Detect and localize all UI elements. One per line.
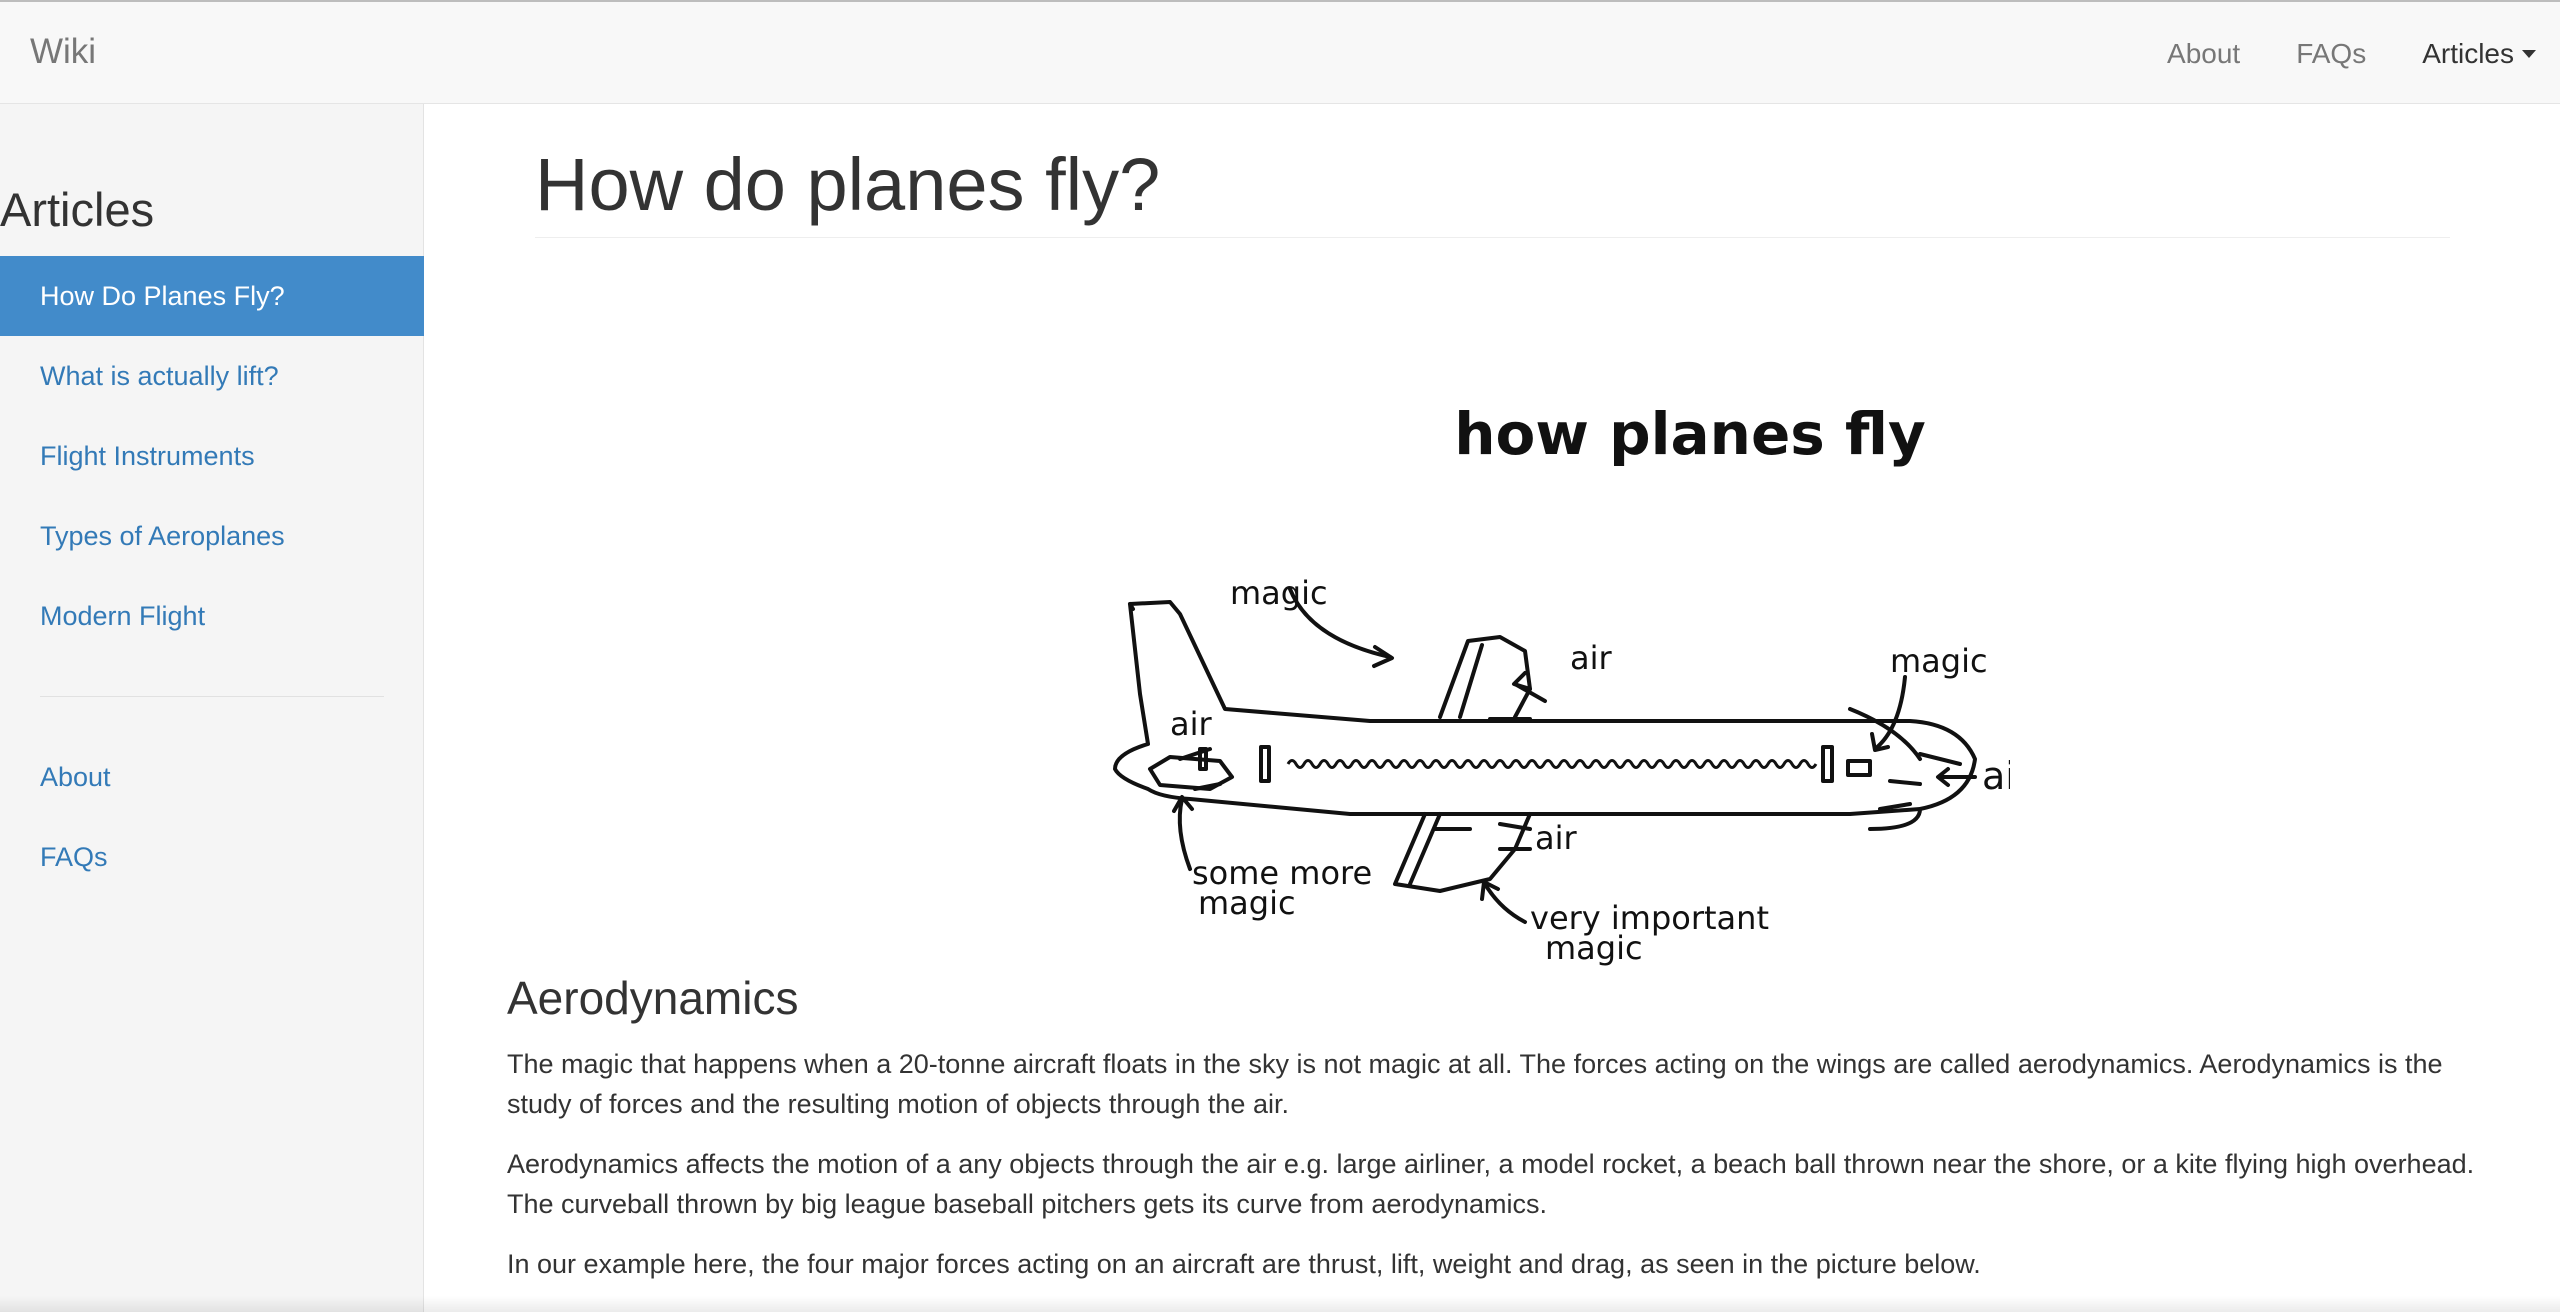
sidebar-article-list: How Do Planes Fly? What is actually lift… [0, 256, 424, 656]
label-magic-top: magic [1230, 574, 1328, 612]
label-very-important-magic: magic [1545, 929, 1643, 967]
lower-wing-line [1408, 812, 1442, 886]
sidebar-item-types-of-aeroplanes[interactable]: Types of Aeroplanes [0, 496, 424, 576]
sidebar-item-how-do-planes-fly[interactable]: How Do Planes Fly? [0, 256, 424, 336]
nav-articles-label: Articles [2422, 38, 2514, 69]
arrow-very-important [1483, 882, 1527, 924]
bottom-edge-shadow [0, 1296, 2560, 1312]
paragraph: The magic that happens when a 20-tonne a… [507, 1049, 2443, 1119]
door-front [1821, 745, 1834, 783]
label-air-tail: air [1170, 705, 1213, 743]
caret-down-icon [2522, 50, 2536, 58]
nav-articles-dropdown[interactable]: Articles [2422, 32, 2536, 76]
paragraph: In our example here, the four major forc… [507, 1249, 1981, 1279]
nose-line [1918, 752, 1962, 766]
label-some-more-magic: magic [1198, 884, 1296, 922]
page-title: How do planes fly? [535, 143, 1161, 226]
plane-sketch-image: how planes fly magic air magic air air a… [1113, 400, 2032, 967]
label-air-lower-wing: air [1535, 819, 1578, 857]
brand-link[interactable]: Wiki [30, 30, 96, 74]
figure-caption: how planes fly [1454, 400, 1926, 468]
sidebar-heading: Articles [0, 183, 155, 236]
nav-about-link[interactable]: About [2167, 32, 2240, 76]
paragraph: Aerodynamics affects the motion of a any… [507, 1149, 2475, 1219]
sidebar-item-what-is-lift[interactable]: What is actually lift? [0, 336, 424, 416]
navbar-links: About FAQs Articles [2111, 32, 2536, 76]
sidebar: Articles How Do Planes Fly? What is actu… [0, 104, 424, 1312]
upper-wing [1438, 635, 1532, 719]
label-magic-nose: magic [1890, 642, 1988, 680]
sidebar-item-about[interactable]: About [0, 737, 424, 817]
section-heading-aerodynamics: Aerodynamics [507, 972, 799, 1024]
arrow-air-tail-2 [1193, 782, 1222, 791]
sidebar-secondary-list: About FAQs [0, 737, 424, 897]
sidebar-divider [40, 696, 384, 697]
arrow-air-nose-5 [1848, 707, 1922, 761]
label-air-wing: air [1570, 639, 1613, 677]
label-air-nose: air [1982, 754, 2010, 798]
door-mid-rear [1259, 745, 1271, 783]
window-row [1286, 759, 1818, 769]
sidebar-item-flight-instruments[interactable]: Flight Instruments [0, 416, 424, 496]
arrow-some-more-magic [1177, 797, 1192, 871]
sidebar-item-modern-flight[interactable]: Modern Flight [0, 576, 424, 656]
main-content: How do planes fly? how planes fly magic … [425, 104, 2560, 1312]
tail-tip [1128, 602, 1135, 611]
fuselage-outline [1113, 600, 1977, 816]
title-divider [535, 237, 2450, 238]
nav-faqs-link[interactable]: FAQs [2296, 32, 2366, 76]
top-navbar: Wiki About FAQs Articles [0, 0, 2560, 104]
arrow-air-nose-2 [1888, 779, 1922, 786]
sidebar-item-faqs[interactable]: FAQs [0, 817, 424, 897]
cockpit-window [1846, 759, 1872, 777]
plane-diagram-figure: how planes fly magic air magic air air a… [970, 269, 2032, 1029]
